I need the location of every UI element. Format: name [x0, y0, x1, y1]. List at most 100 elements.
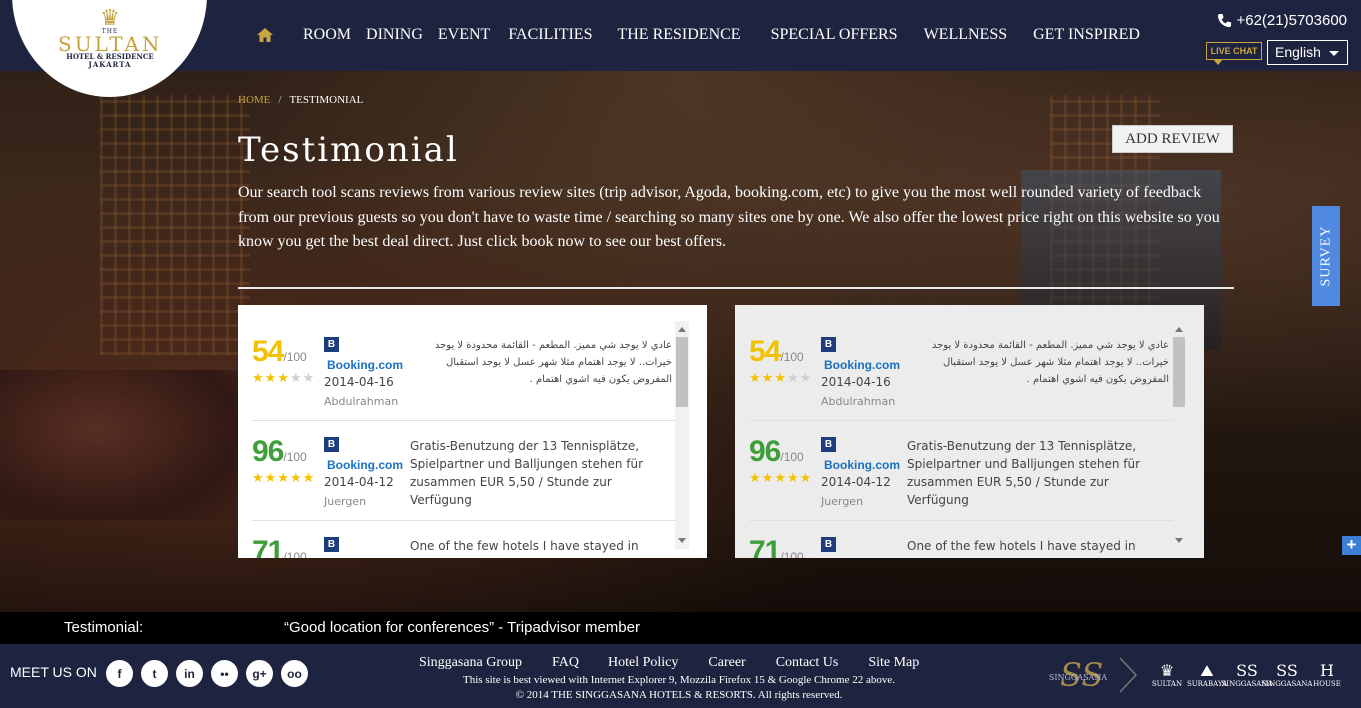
- booking-icon[interactable]: B: [324, 537, 339, 552]
- review-author: Juergen: [821, 495, 864, 508]
- review-score-value: 71: [749, 535, 781, 558]
- meet-us-label: MEET US ON: [10, 664, 97, 680]
- review-item: 71/100★★★★★BBooking.comOne of the few ho…: [252, 521, 676, 558]
- nav-item-residence[interactable]: THE RESIDENCE: [617, 26, 740, 44]
- footer-link-site-map[interactable]: Site Map: [868, 655, 919, 671]
- brand-logo[interactable]: ⛰ SURABAYA: [1187, 656, 1227, 694]
- phone-number[interactable]: +62(21)5703600: [1217, 12, 1347, 29]
- linkedin-icon[interactable]: in: [176, 660, 203, 687]
- ticker-quote[interactable]: “Good location for conferences” - Tripad…: [284, 619, 640, 636]
- divider: [238, 287, 1234, 289]
- nav-item-get-inspired[interactable]: GET INSPIRED: [1033, 26, 1140, 44]
- scrollbar-thumb[interactable]: [1173, 337, 1185, 407]
- booking-icon[interactable]: B: [821, 437, 836, 452]
- main-nav: ROOM DINING EVENT FACILITIES THE RESIDEN…: [256, 24, 1140, 46]
- crown-icon: ♛: [100, 6, 120, 31]
- singgasana-text: SINGGASANA: [1048, 672, 1108, 682]
- review-source[interactable]: Booking.com: [327, 358, 403, 372]
- booking-icon[interactable]: B: [821, 537, 836, 552]
- star-rating: ★★★★★: [252, 471, 314, 486]
- logo-city: JAKARTA: [88, 60, 132, 69]
- scrollbar-thumb[interactable]: [676, 337, 688, 407]
- lattice-decor: [100, 95, 250, 355]
- footer-link-hotel-policy[interactable]: Hotel Policy: [608, 655, 678, 671]
- plus-icon[interactable]: +: [1342, 536, 1361, 555]
- nav-item-room[interactable]: ROOM: [303, 26, 351, 44]
- social-links: f t in •• g+ oo: [106, 660, 308, 687]
- star-icon: ★: [289, 471, 303, 486]
- review-author: Juergen: [324, 495, 367, 508]
- star-icon: ★: [761, 371, 775, 386]
- star-icon: ★: [302, 371, 316, 386]
- review-text: One of the few hotels I have stayed in: [907, 539, 1136, 553]
- brand-logo[interactable]: SS SINGGASANA: [1222, 656, 1273, 694]
- footer-link-faq[interactable]: FAQ: [552, 655, 579, 671]
- facebook-icon[interactable]: f: [106, 660, 133, 687]
- review-score: 71/100: [252, 535, 307, 558]
- tripadvisor-icon[interactable]: oo: [281, 660, 308, 687]
- nav-item-event[interactable]: EVENT: [438, 26, 490, 44]
- language-value: English: [1275, 44, 1321, 60]
- twitter-icon[interactable]: t: [141, 660, 168, 687]
- review-score-max: /100: [283, 450, 307, 464]
- star-icon: ★: [277, 471, 290, 486]
- live-chat-button[interactable]: LIVE CHAT: [1206, 42, 1262, 65]
- breadcrumb-home[interactable]: HOME: [238, 94, 270, 106]
- review-score-value: 54: [252, 335, 284, 368]
- home-icon[interactable]: [256, 26, 276, 44]
- brand-logo[interactable]: ♛ SULTAN: [1148, 656, 1186, 694]
- review-item: 54/100 ★★★★★ B Booking.com 2014-04-16 Abdulra…: [252, 321, 676, 421]
- chevron-right-icon: [1119, 657, 1138, 693]
- site-footer: MEET US ON f t in •• g+ oo Singgasana Gr…: [0, 644, 1361, 708]
- phone-number-text: +62(21)5703600: [1236, 12, 1347, 29]
- review-source[interactable]: Booking.com: [327, 458, 403, 472]
- footer-link-singgasana-group[interactable]: Singgasana Group: [419, 655, 522, 671]
- singgasana-logo[interactable]: SS SINGGASANA: [1042, 656, 1114, 694]
- review-score-max: /100: [780, 450, 804, 464]
- language-select[interactable]: English: [1267, 40, 1348, 65]
- booking-icon[interactable]: B: [821, 337, 836, 352]
- review-source[interactable]: Booking.com: [824, 358, 900, 372]
- scrollbar[interactable]: [675, 321, 689, 549]
- footer-links: Singgasana Group FAQ Hotel Policy Career…: [419, 655, 919, 671]
- nav-item-wellness[interactable]: WELLNESS: [924, 26, 1008, 44]
- review-source[interactable]: Booking.com: [824, 458, 900, 472]
- nav-item-facilities[interactable]: FACILITIES: [508, 26, 592, 44]
- footer-note: This site is best viewed with Internet E…: [419, 673, 939, 703]
- review-score-max: /100: [780, 350, 804, 364]
- googleplus-icon[interactable]: g+: [246, 660, 273, 687]
- browser-note: This site is best viewed with Internet E…: [463, 674, 895, 686]
- brand-logo[interactable]: SS SINGGASANA: [1262, 656, 1313, 694]
- scroll-up-icon[interactable]: [1175, 327, 1183, 332]
- star-icon: ★: [252, 471, 265, 486]
- review-text: Gratis-Benutzung der 13 Tennisplätze, Sp…: [907, 439, 1141, 507]
- sofa-decor: [0, 370, 240, 520]
- footer-link-career[interactable]: Career: [708, 655, 745, 671]
- review-score-value: 96: [749, 435, 781, 468]
- footer-link-contact-us[interactable]: Contact Us: [776, 655, 839, 671]
- star-icon: ★: [799, 471, 813, 486]
- scroll-down-icon[interactable]: [678, 538, 686, 543]
- brand-logo[interactable]: H HOUSE: [1308, 656, 1346, 694]
- add-review-button[interactable]: ADD REVIEW: [1112, 125, 1233, 153]
- star-icon: ★: [289, 371, 303, 386]
- review-text: Gratis-Benutzung der 13 Tennisplätze, Sp…: [410, 439, 644, 507]
- review-widget[interactable]: 54/100 ★★★★★ B Booking.com 2014-04-16 Abdulra…: [238, 305, 707, 558]
- scroll-up-icon[interactable]: [678, 327, 686, 332]
- review-widget[interactable]: 54/100 ★★★★★ B Booking.com 2014-04-16 Abdulra…: [735, 305, 1204, 558]
- booking-icon[interactable]: B: [324, 337, 339, 352]
- scrollbar[interactable]: [1172, 321, 1186, 549]
- nav-item-dining[interactable]: DINING: [366, 26, 423, 44]
- review-author: Abdulrahman: [324, 395, 399, 408]
- scroll-down-icon[interactable]: [1175, 538, 1183, 543]
- survey-tab[interactable]: SURVEY: [1312, 206, 1340, 306]
- breadcrumb-separator: /: [278, 94, 282, 106]
- review-score: 96/100: [749, 435, 804, 469]
- intro-paragraph: Our search tool scans reviews from vario…: [238, 184, 1220, 250]
- nav-item-special-offers[interactable]: SPECIAL OFFERS: [771, 26, 898, 44]
- flickr-icon[interactable]: ••: [211, 660, 238, 687]
- breadcrumb: HOME / TESTIMONIAL: [238, 94, 363, 106]
- booking-icon[interactable]: B: [324, 437, 339, 452]
- review-text: عادي لا يوجد شي مميز. المطعم - القائمة م…: [931, 340, 1169, 385]
- review-score-value: 96: [252, 435, 284, 468]
